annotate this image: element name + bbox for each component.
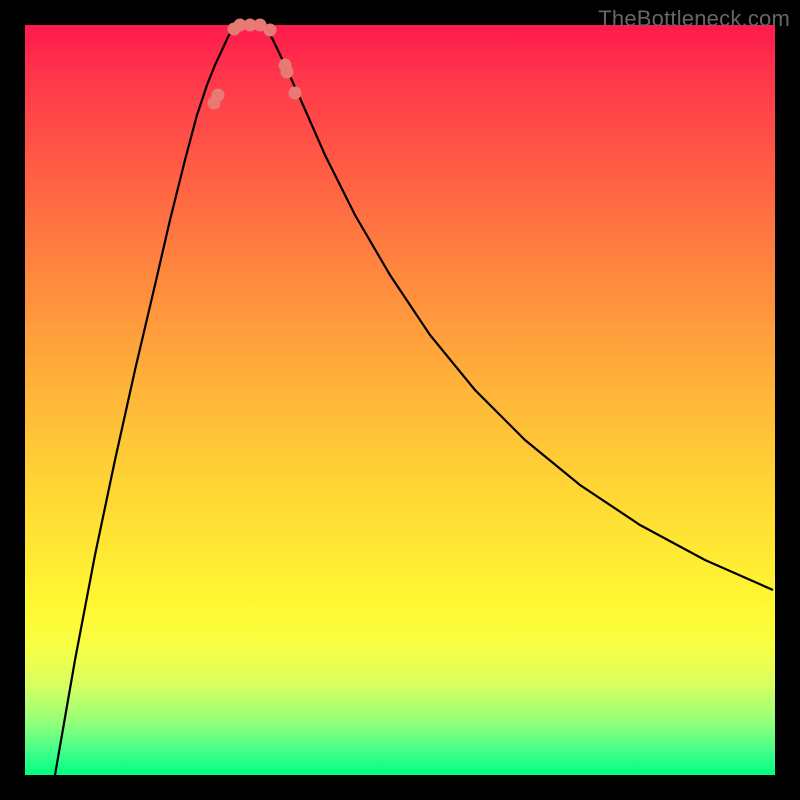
- bottleneck-curve-svg: [25, 25, 775, 775]
- data-marker: [212, 89, 225, 102]
- data-markers: [208, 19, 302, 110]
- data-marker: [281, 66, 294, 79]
- curve-left-branch: [55, 27, 234, 775]
- curve-right-branch: [265, 27, 773, 590]
- data-marker: [264, 24, 277, 37]
- data-marker: [289, 87, 302, 100]
